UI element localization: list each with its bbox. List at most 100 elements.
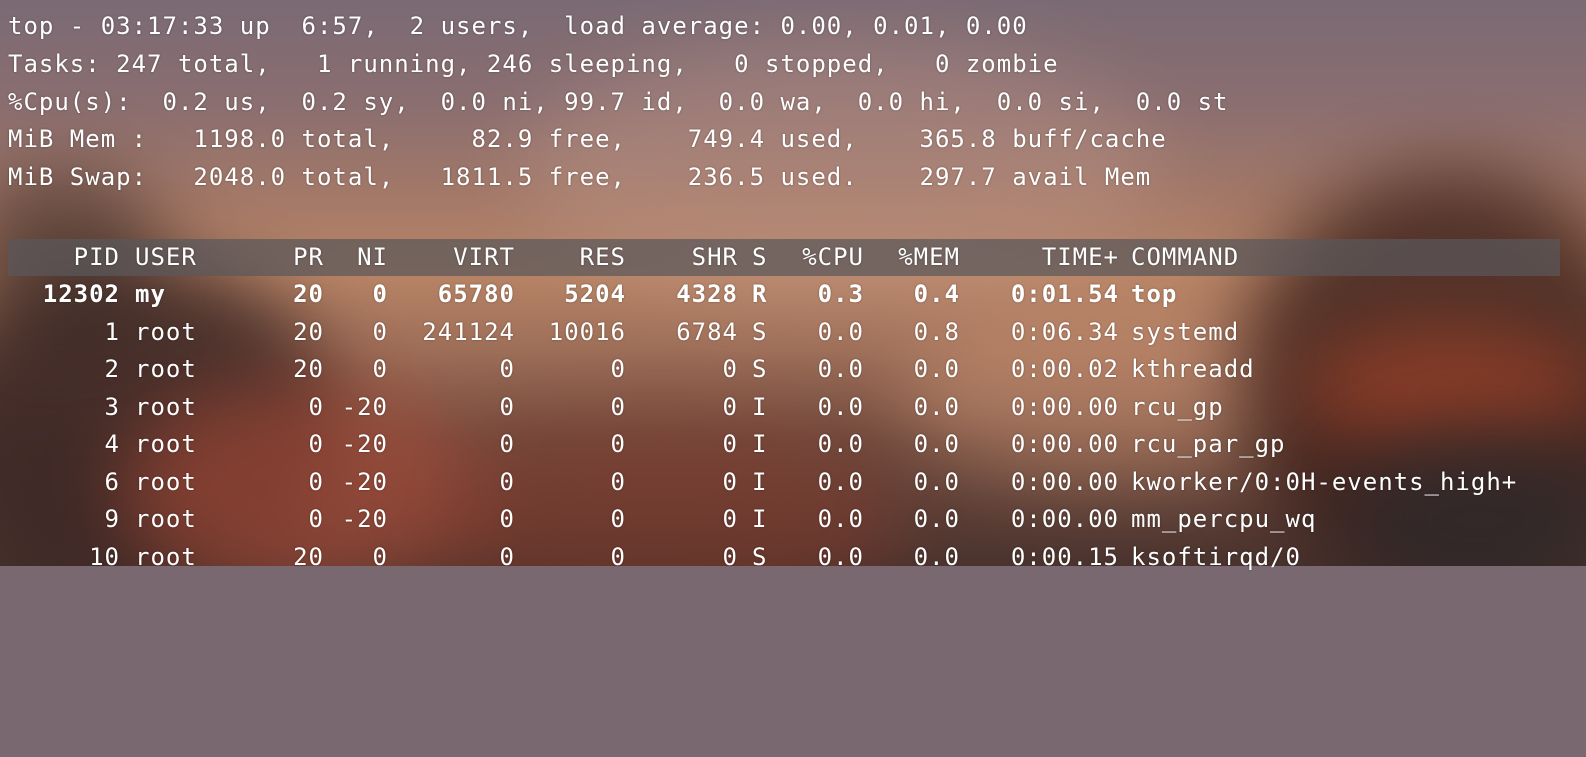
process-cpu: 0.0	[817, 542, 864, 571]
process-priority: 20	[293, 542, 324, 571]
process-res: 10016	[548, 317, 626, 346]
process-pid: 1	[104, 317, 120, 346]
process-mem: 0.0	[913, 430, 960, 458]
table-row[interactable]: 1 root 20 0 241124 10016 6784 S 0.0 0.8 0:06.34 sys…	[8, 314, 1560, 351]
terminal-window[interactable]: top - 03:17:33 up 6:57, 2 users, load av…	[0, 0, 1586, 571]
process-command: top	[1131, 280, 1178, 308]
process-nice: 0	[372, 355, 388, 383]
header-mem: %MEM	[898, 243, 960, 271]
process-res: 0	[610, 430, 626, 458]
header-shr: SHR	[691, 243, 738, 271]
process-res: 5204	[564, 280, 626, 308]
process-user: root	[135, 542, 197, 571]
process-priority: 0	[308, 505, 324, 533]
process-pid: 6	[104, 467, 120, 496]
process-pid: 10	[89, 542, 120, 571]
process-command: kthreadd	[1131, 355, 1255, 383]
process-nice: 0	[372, 280, 388, 308]
table-row[interactable]: 10 root 20 0 0 0 0 S 0.0 0.0 0:00.15 ksoftirqd/0	[8, 539, 1560, 576]
process-command: ksoftirqd/0	[1131, 542, 1301, 571]
process-nice: -20	[341, 392, 388, 421]
header-state: S	[752, 243, 768, 271]
process-state: I	[752, 430, 768, 458]
process-priority: 20	[293, 280, 324, 308]
process-shr: 0	[722, 505, 738, 533]
process-command: kworker/0:0H-events_high+	[1131, 467, 1518, 496]
process-time: 0:06.34	[1010, 317, 1119, 346]
process-virt: 0	[499, 542, 515, 571]
process-mem: 0.0	[913, 355, 960, 383]
table-row[interactable]: 9 root 0 -20 0 0 0 I 0.0 0.0 0:00.00 mm_percpu_wq	[8, 501, 1560, 538]
process-cpu: 0.0	[817, 317, 864, 346]
process-cpu: 0.0	[817, 505, 864, 533]
table-row[interactable]: 6 root 0 -20 0 0 0 I 0.0 0.0 0:00.00 kworker/0:0H-e…	[8, 464, 1560, 501]
table-row[interactable]: 4 root 0 -20 0 0 0 I 0.0 0.0 0:00.00 rcu_par_gp	[8, 426, 1560, 463]
process-table-header: PID USER PR NI VIRT RES SHR S %CPU %MEM …	[8, 239, 1560, 276]
header-user: USER	[135, 243, 197, 271]
process-virt: 241124	[422, 317, 515, 346]
process-user: root	[135, 430, 197, 458]
process-time: 0:00.00	[1010, 505, 1119, 533]
summary-uptime-line: top - 03:17:33 up 6:57, 2 users, load av…	[8, 12, 1028, 40]
process-cpu: 0.0	[817, 355, 864, 383]
summary-mem-line: MiB Mem : 1198.0 total, 82.9 free, 749.4…	[8, 125, 1167, 153]
process-shr: 0	[722, 392, 738, 421]
process-command: rcu_par_gp	[1131, 430, 1286, 458]
process-nice: -20	[341, 505, 388, 533]
process-time: 0:00.00	[1010, 467, 1119, 496]
process-priority: 0	[308, 430, 324, 458]
process-state: I	[752, 392, 768, 421]
process-command: systemd	[1131, 317, 1240, 346]
process-virt: 65780	[437, 280, 515, 308]
process-shr: 0	[722, 355, 738, 383]
process-nice: 0	[372, 317, 388, 346]
process-state: I	[752, 505, 768, 533]
process-res: 0	[610, 467, 626, 496]
process-user: root	[135, 317, 197, 346]
summary-cpu-line: %Cpu(s): 0.2 us, 0.2 sy, 0.0 ni, 99.7 id…	[8, 88, 1229, 116]
table-row[interactable]: 3 root 0 -20 0 0 0 I 0.0 0.0 0:00.00 rcu_gp	[8, 389, 1560, 426]
process-res: 0	[610, 505, 626, 533]
process-cpu: 0.3	[817, 280, 864, 308]
header-cpu: %CPU	[802, 243, 864, 271]
header-res: RES	[579, 243, 626, 271]
process-shr: 0	[722, 467, 738, 496]
header-pid: PID	[73, 243, 120, 271]
process-shr: 6784	[676, 317, 738, 346]
process-res: 0	[610, 392, 626, 421]
process-user: root	[135, 392, 197, 421]
process-shr: 4328	[676, 280, 738, 308]
process-user: root	[135, 355, 197, 383]
process-virt: 0	[499, 430, 515, 458]
process-time: 0:00.00	[1010, 392, 1119, 421]
process-res: 0	[610, 355, 626, 383]
process-virt: 0	[499, 467, 515, 496]
header-ni: NI	[357, 243, 388, 271]
process-state: S	[752, 317, 768, 346]
process-virt: 0	[499, 505, 515, 533]
summary-swap-line: MiB Swap: 2048.0 total, 1811.5 free, 236…	[8, 163, 1152, 191]
process-virt: 0	[499, 355, 515, 383]
process-state: I	[752, 467, 768, 496]
process-time: 0:00.02	[1010, 355, 1119, 383]
table-row[interactable]: 2 root 20 0 0 0 0 S 0.0 0.0 0:00.02 kthreadd	[8, 351, 1560, 388]
process-cpu: 0.0	[817, 467, 864, 496]
process-state: S	[752, 542, 768, 571]
process-pid: 12302	[42, 280, 120, 308]
process-time: 0:00.15	[1010, 542, 1119, 571]
header-virt: VIRT	[453, 243, 515, 271]
process-mem: 0.0	[913, 505, 960, 533]
process-pid: 9	[104, 505, 120, 533]
process-mem: 0.4	[913, 280, 960, 308]
process-mem: 0.8	[913, 317, 960, 346]
process-command: mm_percpu_wq	[1131, 505, 1317, 533]
process-priority: 0	[308, 392, 324, 421]
table-row[interactable]: 12302 my 20 0 65780 5204 4328 R 0.3 0.4 0:01.54 top	[8, 276, 1560, 313]
process-priority: 0	[308, 467, 324, 496]
process-pid: 3	[104, 392, 120, 421]
process-virt: 0	[499, 392, 515, 421]
process-cpu: 0.0	[817, 392, 864, 421]
process-mem: 0.0	[913, 392, 960, 421]
summary-tasks-line: Tasks: 247 total, 1 running, 246 sleepin…	[8, 50, 1059, 78]
process-nice: 0	[372, 542, 388, 571]
